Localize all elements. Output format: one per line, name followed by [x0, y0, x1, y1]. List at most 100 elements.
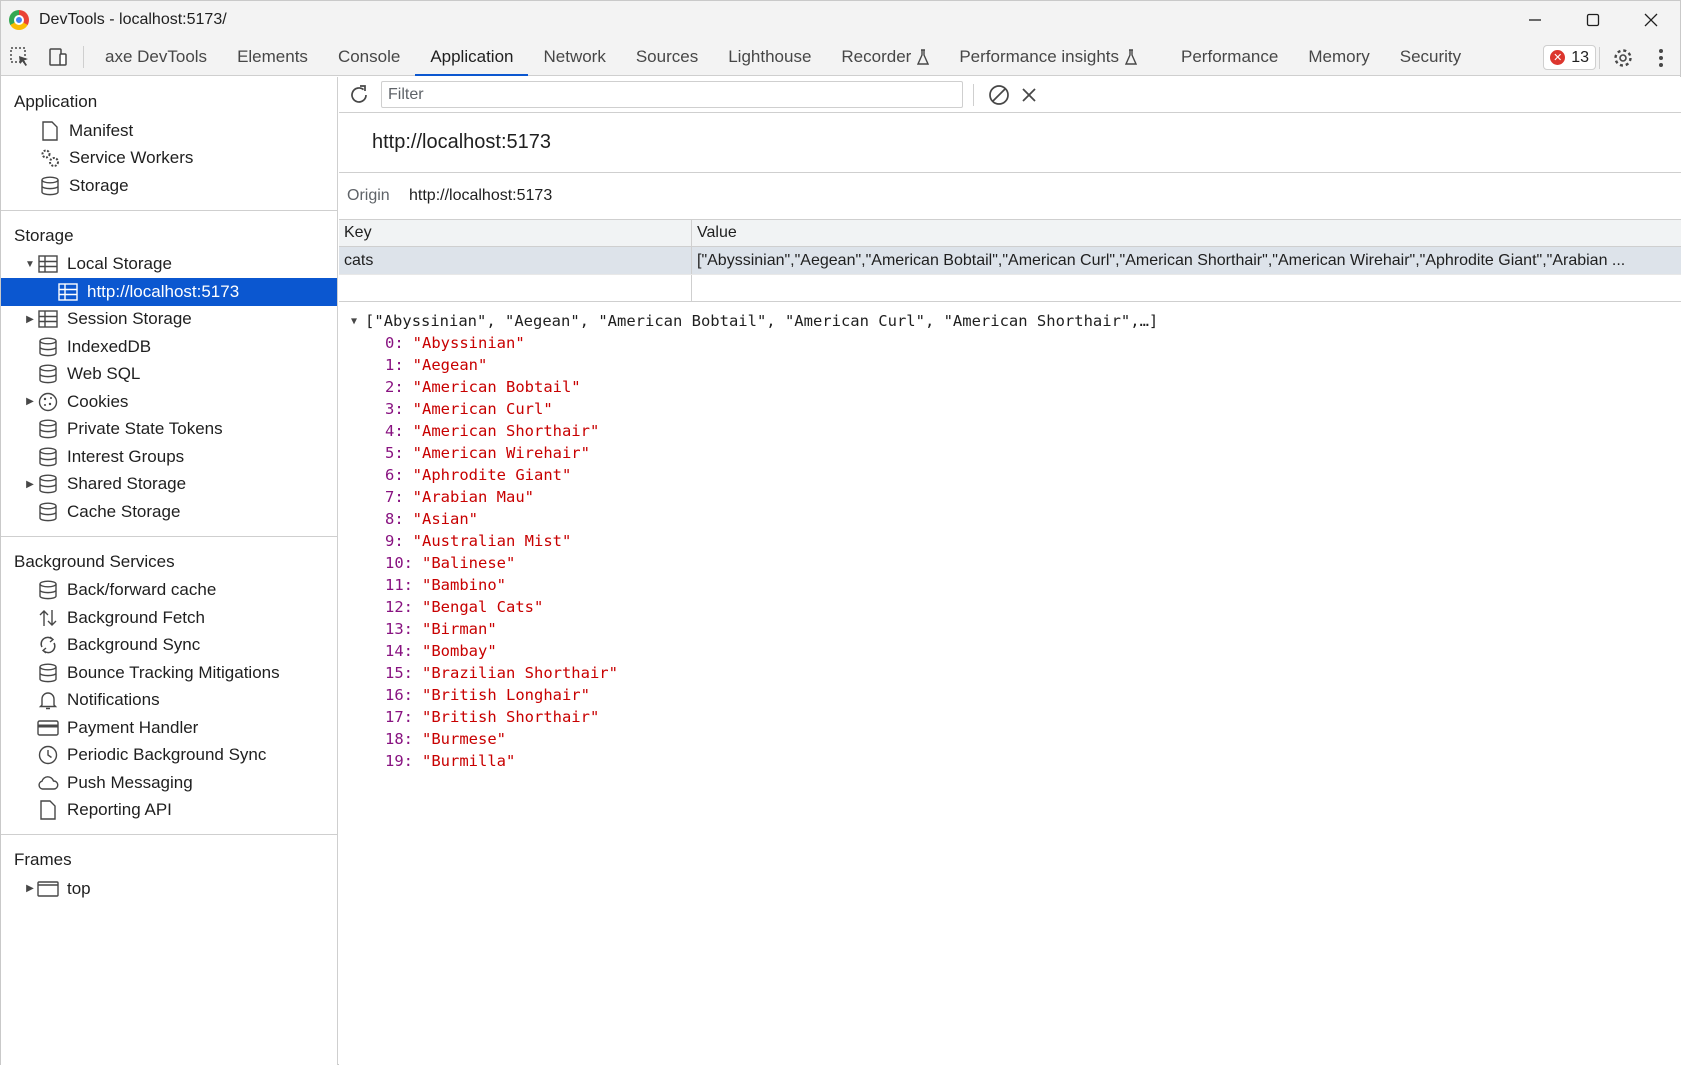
frame-window-icon [37, 878, 59, 900]
sidebar-item-local-storage-origin[interactable]: http://localhost:5173 [1, 278, 337, 306]
title-bar: DevTools - localhost:5173/ [1, 1, 1680, 39]
sidebar-item-background-fetch[interactable]: Background Fetch [1, 604, 337, 632]
preview-summary-row[interactable]: ▼ ["Abyssinian", "Aegean", "American Bob… [339, 310, 1681, 332]
cloud-icon [37, 772, 59, 794]
preview-item-index: 0: [385, 334, 404, 352]
table-row-empty[interactable] [339, 274, 1681, 301]
sidebar-item-label: Push Messaging [67, 772, 193, 792]
window-controls [1506, 1, 1680, 39]
preview-item-index: 10: [385, 554, 413, 572]
sidebar-item-label: Session Storage [67, 309, 192, 329]
settings-button[interactable] [1604, 39, 1642, 76]
preview-item: 1: "Aegean" [339, 354, 1681, 376]
sidebar-item-local-storage[interactable]: ▼ Local Storage [1, 251, 337, 279]
preview-item-index: 8: [385, 510, 404, 528]
sidebar-item-back-forward-cache[interactable]: Back/forward cache [1, 577, 337, 605]
tab-elements[interactable]: Elements [222, 39, 323, 76]
database-icon [37, 418, 59, 440]
expanded-arrow-icon[interactable]: ▼ [351, 316, 357, 327]
sidebar-item-background-sync[interactable]: Background Sync [1, 632, 337, 660]
sidebar-item-storage[interactable]: Storage [1, 172, 337, 200]
database-icon [37, 501, 59, 523]
table-icon [57, 281, 79, 303]
refresh-button[interactable] [341, 77, 377, 113]
sidebar-item-indexeddb[interactable]: IndexedDB [1, 333, 337, 361]
database-icon [37, 579, 59, 601]
collapsed-arrow-icon[interactable]: ▶ [23, 314, 37, 325]
preview-item-index: 13: [385, 620, 413, 638]
sidebar-item-shared-storage[interactable]: ▶ Shared Storage [1, 471, 337, 499]
inspect-element-button[interactable] [1, 39, 39, 76]
storage-table: Key Value cats ["Abyssinian","Aegean","A… [339, 220, 1681, 302]
clear-all-button[interactable] [984, 80, 1014, 110]
sidebar-item-service-workers[interactable]: Service Workers [1, 145, 337, 173]
preview-item-index: 11: [385, 576, 413, 594]
sidebar-item-label: Periodic Background Sync [67, 745, 267, 765]
collapsed-arrow-icon[interactable]: ▶ [23, 396, 37, 407]
tab-security[interactable]: Security [1385, 39, 1476, 76]
section-divider [1, 535, 337, 537]
section-title-frames: Frames [14, 850, 72, 869]
minimize-button[interactable] [1506, 1, 1564, 39]
delete-selected-button[interactable] [1014, 80, 1044, 110]
empty-value-cell[interactable] [692, 275, 1681, 301]
tab-performance-insights[interactable]: Performance insights [944, 39, 1152, 76]
column-header-value[interactable]: Value [692, 220, 1681, 246]
sidebar-item-private-state-tokens[interactable]: Private State Tokens [1, 416, 337, 444]
sidebar-item-label: Service Workers [69, 148, 194, 168]
collapsed-arrow-icon[interactable]: ▶ [23, 883, 37, 894]
sidebar-item-notifications[interactable]: Notifications [1, 687, 337, 715]
tab-application[interactable]: Application [415, 39, 529, 76]
collapsed-arrow-icon[interactable]: ▶ [23, 479, 37, 490]
filter-input[interactable]: Filter [381, 81, 963, 108]
table-row[interactable]: cats ["Abyssinian","Aegean","American Bo… [339, 247, 1681, 274]
sidebar-item-interest-groups[interactable]: Interest Groups [1, 443, 337, 471]
preview-item: 19: "Burmilla" [339, 750, 1681, 772]
preview-item-value: "American Bobtail" [412, 378, 581, 396]
sidebar-item-push-messaging[interactable]: Push Messaging [1, 769, 337, 797]
sidebar-item-label: Background Sync [67, 635, 201, 655]
empty-key-cell[interactable] [339, 275, 692, 301]
table-header: Key Value [339, 220, 1681, 247]
row-key[interactable]: cats [339, 247, 692, 274]
sidebar-item-manifest[interactable]: Manifest [1, 117, 337, 145]
error-count-badge[interactable]: ✕ 13 [1543, 45, 1596, 70]
column-header-key[interactable]: Key [339, 220, 692, 246]
sidebar-item-label: Background Fetch [67, 607, 205, 627]
sidebar-item-periodic-background-sync[interactable]: Periodic Background Sync [1, 742, 337, 770]
tab-lighthouse[interactable]: Lighthouse [713, 39, 826, 76]
sidebar-item-payment-handler[interactable]: Payment Handler [1, 714, 337, 742]
sidebar-item-bounce-tracking-mitigations[interactable]: Bounce Tracking Mitigations [1, 659, 337, 687]
device-toolbar-button[interactable] [39, 39, 77, 76]
tab-sources[interactable]: Sources [621, 39, 713, 76]
experimental-flask-icon [1125, 49, 1138, 65]
preview-item-value: "Bengal Cats" [422, 598, 544, 616]
preview-item-index: 15: [385, 664, 413, 682]
more-options-button[interactable] [1642, 39, 1680, 76]
tab-recorder[interactable]: Recorder [826, 39, 944, 76]
close-window-button[interactable] [1622, 1, 1680, 39]
preview-item-value: "Brazilian Shorthair" [422, 664, 618, 682]
tab-performance[interactable]: Performance [1166, 39, 1293, 76]
sidebar-item-label: Interest Groups [67, 446, 185, 466]
sidebar-item-cache-storage[interactable]: Cache Storage [1, 498, 337, 526]
error-icon: ✕ [1550, 50, 1566, 65]
preview-item-value: "Australian Mist" [412, 532, 572, 550]
tab-console[interactable]: Console [323, 39, 415, 76]
database-icon [37, 363, 59, 385]
sidebar-item-label: Payment Handler [67, 717, 199, 737]
preview-item-index: 3: [385, 400, 404, 418]
sidebar-item-reporting-api[interactable]: Reporting API [1, 797, 337, 825]
sidebar-item-frame-top[interactable]: ▶ top [1, 875, 337, 903]
tab-network[interactable]: Network [528, 39, 620, 76]
expanded-arrow-icon[interactable]: ▼ [23, 259, 37, 270]
tab-axe-devtools[interactable]: axe DevTools [90, 39, 222, 76]
maximize-button[interactable] [1564, 1, 1622, 39]
tab-memory[interactable]: Memory [1293, 39, 1384, 76]
preview-item-index: 2: [385, 378, 404, 396]
sidebar-item-session-storage[interactable]: ▶ Session Storage [1, 306, 337, 334]
row-value-cell[interactable]: ["Abyssinian","Aegean","American Bobtail… [692, 247, 1681, 274]
sidebar-item-cookies[interactable]: ▶ Cookies [1, 388, 337, 416]
sidebar-item-web-sql[interactable]: Web SQL [1, 361, 337, 389]
sidebar-item-label: Reporting API [67, 800, 172, 820]
